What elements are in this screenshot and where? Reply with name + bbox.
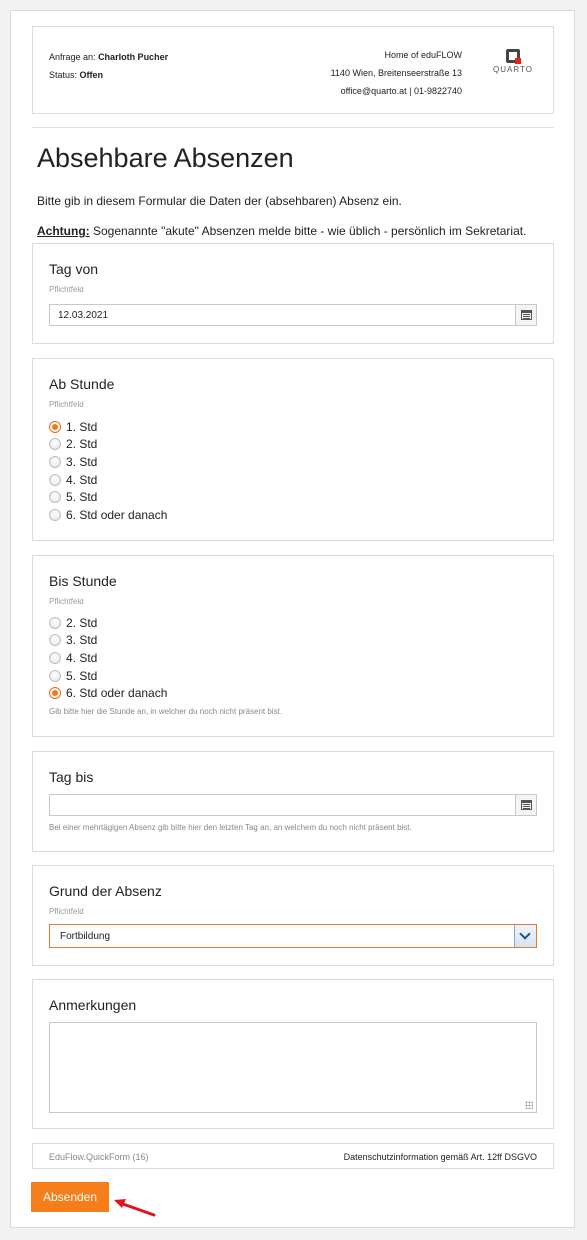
bis-stunde-card: Bis Stunde Pflichtfeld 2. Std 3. Std 4. …	[32, 555, 554, 737]
ab-stunde-option[interactable]: 5. Std	[49, 488, 167, 506]
grund-select[interactable]: Fortbildung	[49, 924, 537, 948]
ab-stunde-label: Ab Stunde	[49, 376, 115, 392]
option-label: 3. Std	[66, 633, 98, 648]
option-label: 4. Std	[66, 650, 98, 665]
warning-text: Achtung: Sogenannte "akute" Absenzen mel…	[37, 224, 526, 238]
ab-stunde-options: 1. Std 2. Std 3. Std 4. Std 5. Std 6. St…	[49, 418, 167, 524]
bis-stunde-option[interactable]: 2. Std	[49, 614, 167, 632]
request-info: Anfrage an: Charloth Pucher Status: Offe…	[49, 48, 168, 84]
option-label: 2. Std	[66, 615, 98, 630]
pointer-arrow-icon	[114, 1199, 156, 1217]
grund-dropdown-button[interactable]	[514, 925, 536, 947]
bis-stunde-option[interactable]: 6. Std oder danach	[49, 684, 167, 702]
anmerkungen-label: Anmerkungen	[49, 997, 137, 1013]
form-footer: EduFlow.QuickForm (16) Datenschutzinform…	[32, 1143, 554, 1169]
tag-bis-card: Tag bis Bei einer mehrtägigen Absenz gib…	[32, 751, 554, 852]
tag-bis-calendar-button[interactable]	[515, 795, 536, 815]
contact-line: office@quarto.at | 01-9822740	[340, 86, 462, 96]
option-label: 6. Std oder danach	[66, 686, 168, 701]
grund-card: Grund der Absenz Pflichtfeld Fortbildung	[32, 865, 554, 966]
option-label: 5. Std	[66, 668, 98, 683]
option-label: 6. Std oder danach	[66, 507, 168, 522]
radio[interactable]	[49, 455, 61, 468]
bis-stunde-option[interactable]: 3. Std	[49, 632, 167, 650]
status-value: Offen	[79, 70, 104, 80]
ab-stunde-option[interactable]: 2. Std	[49, 436, 167, 454]
ab-stunde-card: Ab Stunde Pflichtfeld 1. Std 2. Std 3. S…	[32, 358, 554, 541]
anmerkungen-card: Anmerkungen	[32, 979, 554, 1129]
form-container: Anfrage an: Charloth Pucher Status: Offe…	[10, 10, 575, 1228]
warning-body: Sogenannte "akute" Absenzen melde bitte …	[93, 224, 527, 238]
tag-von-card: Tag von Pflichtfeld 12.03.2021	[32, 243, 554, 344]
address-line: 1140 Wien, Breitenseerstraße 13	[330, 68, 462, 78]
tag-von-label: Tag von	[49, 261, 99, 277]
radio[interactable]	[49, 651, 61, 664]
contact-info: Home of eduFLOW 1140 Wien, Breitenseerst…	[331, 46, 462, 100]
ab-stunde-option[interactable]: 6. Std oder danach	[49, 506, 167, 524]
bis-stunde-label: Bis Stunde	[49, 573, 117, 589]
radio[interactable]	[49, 473, 61, 486]
divider	[32, 127, 554, 128]
grund-selected-value: Fortbildung	[60, 931, 111, 942]
logo-text: QUARTO	[493, 65, 533, 74]
ab-stunde-option[interactable]: 1. Std	[49, 418, 167, 436]
radio[interactable]	[49, 616, 61, 629]
tag-bis-help: Bei einer mehrtägigen Absenz gib bitte h…	[49, 823, 412, 832]
ab-stunde-option[interactable]: 4. Std	[49, 471, 167, 489]
tag-von-value: 12.03.2021	[58, 310, 109, 321]
bis-stunde-option[interactable]: 5. Std	[49, 667, 167, 685]
option-label: 2. Std	[66, 437, 98, 452]
bis-stunde-options: 2. Std 3. Std 4. Std 5. Std 6. Std oder …	[49, 614, 167, 702]
header-card: Anfrage an: Charloth Pucher Status: Offe…	[32, 26, 554, 114]
grund-label: Grund der Absenz	[49, 883, 162, 899]
radio-checked[interactable]	[49, 687, 61, 700]
calendar-icon	[521, 310, 532, 320]
resize-grip-icon[interactable]	[525, 1101, 533, 1109]
bis-stunde-option[interactable]: 4. Std	[49, 649, 167, 667]
footer-version: EduFlow.QuickForm (16)	[49, 1152, 149, 1162]
warning-label: Achtung:	[37, 224, 90, 238]
option-label: 4. Std	[66, 472, 98, 487]
status-prefix: Status:	[49, 70, 78, 80]
anmerkungen-textarea[interactable]	[49, 1022, 537, 1113]
request-name: Charloth Pucher	[98, 52, 169, 62]
radio[interactable]	[49, 438, 61, 451]
option-label: 5. Std	[66, 490, 98, 505]
radio-checked[interactable]	[49, 420, 61, 433]
tag-bis-label: Tag bis	[49, 769, 94, 785]
tag-von-required: Pflichtfeld	[49, 285, 84, 294]
ab-stunde-option[interactable]: 3. Std	[49, 453, 167, 471]
radio[interactable]	[49, 491, 61, 504]
intro-text: Bitte gib in diesem Formular die Daten d…	[37, 194, 402, 208]
request-prefix: Anfrage an:	[49, 52, 96, 62]
page-title: Absehbare Absenzen	[37, 143, 294, 173]
grund-required: Pflichtfeld	[49, 907, 84, 916]
quarto-logo: QUARTO	[489, 49, 537, 74]
radio[interactable]	[49, 508, 61, 521]
radio[interactable]	[49, 634, 61, 647]
home-line: Home of eduFLOW	[384, 50, 462, 60]
tag-von-input[interactable]: 12.03.2021	[49, 304, 537, 326]
chevron-down-icon	[519, 928, 531, 940]
option-label: 3. Std	[66, 454, 98, 469]
privacy-link[interactable]: Datenschutzinformation gemäß Art. 12ff D…	[344, 1152, 537, 1162]
tag-von-calendar-button[interactable]	[515, 305, 536, 325]
calendar-icon	[521, 800, 532, 810]
quarto-logo-icon	[506, 49, 521, 64]
bis-stunde-required: Pflichtfeld	[49, 597, 84, 606]
bis-stunde-help: Gib bitte hier die Stunde an, in welcher…	[49, 707, 283, 716]
ab-stunde-required: Pflichtfeld	[49, 400, 84, 409]
submit-button[interactable]: Absenden	[31, 1182, 109, 1212]
radio[interactable]	[49, 669, 61, 682]
option-label: 1. Std	[66, 419, 98, 434]
tag-bis-input[interactable]	[49, 794, 537, 816]
